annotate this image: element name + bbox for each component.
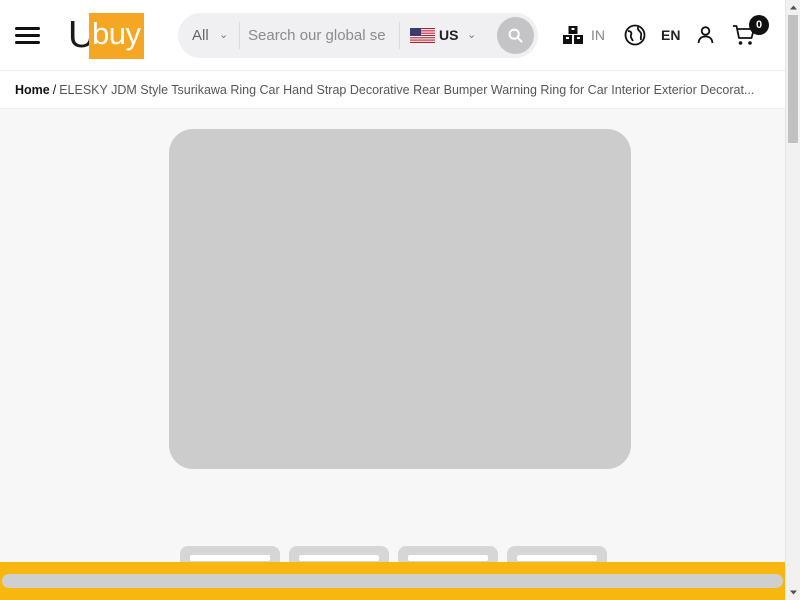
sticky-action-bar — [0, 562, 785, 600]
category-select[interactable]: All — [192, 13, 209, 58]
chevron-down-icon: ⌄ — [467, 29, 477, 41]
cart-count-badge[interactable]: 0 — [749, 15, 769, 35]
site-header: U buy All ⌄ US ⌄ — [0, 0, 785, 71]
scrollbar-thumb[interactable] — [788, 15, 798, 143]
shipping-country[interactable]: IN — [591, 0, 605, 71]
hamburger-menu-icon[interactable] — [15, 26, 40, 46]
user-icon[interactable] — [697, 26, 714, 44]
language-select[interactable]: EN — [661, 0, 680, 71]
chevron-down-icon: ⌄ — [219, 29, 229, 41]
search-divider — [399, 22, 400, 49]
breadcrumb-separator: / — [52, 83, 57, 97]
breadcrumb-current: ELESKY JDM Style Tsurikawa Ring Car Hand… — [59, 83, 755, 97]
globe-icon[interactable] — [624, 24, 646, 46]
breadcrumb-home-link[interactable]: Home — [15, 83, 50, 97]
scroll-up-arrow-icon[interactable] — [786, 0, 800, 15]
scroll-down-arrow-icon[interactable] — [786, 585, 800, 600]
search-input[interactable] — [248, 23, 392, 48]
us-flag-icon — [410, 28, 435, 43]
search-divider — [239, 22, 240, 49]
product-page: U buy All ⌄ US ⌄ — [0, 0, 785, 600]
logo-brand-tail: buy — [92, 16, 141, 51]
store-select[interactable]: US — [439, 13, 458, 58]
vertical-scrollbar[interactable] — [785, 0, 800, 600]
product-image-placeholder[interactable] — [169, 129, 631, 469]
shipping-icon[interactable] — [563, 26, 583, 44]
loading-placeholder — [2, 574, 783, 588]
ubuy-logo[interactable]: U buy — [68, 13, 144, 59]
search-button[interactable] — [497, 17, 534, 54]
search-icon — [508, 28, 523, 43]
search-bar: All ⌄ US ⌄ — [178, 13, 538, 58]
breadcrumb: Home / ELESKY JDM Style Tsurikawa Ring Car… — [0, 71, 785, 109]
